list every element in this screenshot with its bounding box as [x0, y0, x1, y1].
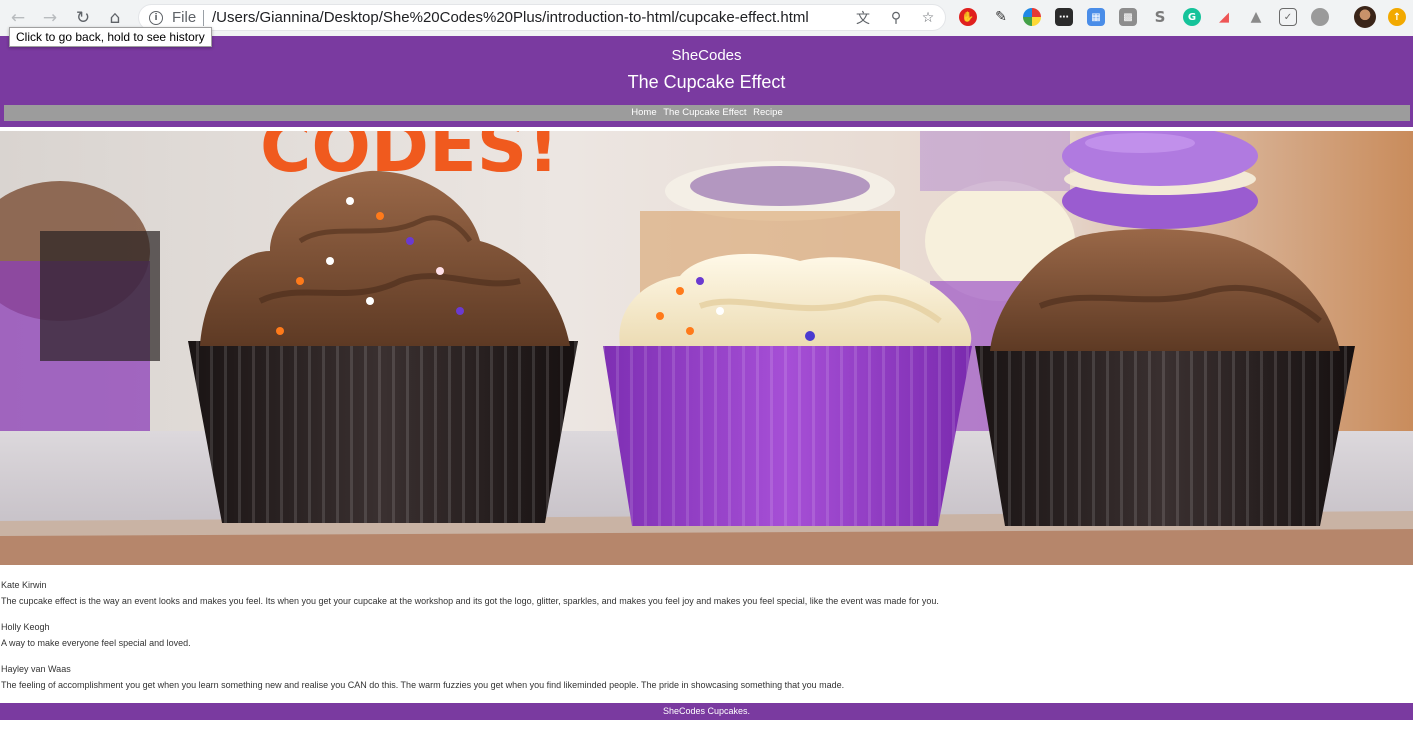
grammarly-extension-icon[interactable]: G: [1183, 8, 1201, 26]
nav-link-recipe[interactable]: Recipe: [753, 107, 783, 118]
hero-image: CODES!: [0, 131, 1413, 565]
site-brand: SheCodes: [671, 47, 742, 64]
quote-text: The feeling of accomplishment you get wh…: [1, 680, 845, 690]
quote-author: Hayley van Waas: [1, 664, 71, 674]
pocket-extension-icon[interactable]: ✓: [1279, 8, 1297, 26]
quote-item: Hayley van Waas The feeling of accomplis…: [1, 664, 1401, 690]
bookmark-star-icon[interactable]: ☆: [918, 8, 938, 28]
browser-toolbar: ← → ↻ ⌂ i File /Users/Giannina/Desktop/S…: [0, 0, 1413, 36]
main-nav: Home The Cupcake Effect Recipe: [4, 105, 1410, 121]
nav-link-home[interactable]: Home: [631, 107, 656, 118]
page-title: The Cupcake Effect: [627, 72, 786, 92]
puzzle-extension-icon[interactable]: ▩: [1119, 8, 1137, 26]
cupcakes-photo: CODES!: [0, 131, 1413, 565]
tab-manager-extension-icon[interactable]: ▦: [1087, 8, 1105, 26]
quotes-section: Kate Kirwin The cupcake effect is the wa…: [1, 580, 1401, 706]
info-icon[interactable]: i: [149, 11, 163, 25]
update-arrow-icon[interactable]: ↑: [1388, 8, 1406, 26]
quote-text: A way to make everyone feel special and …: [1, 638, 191, 648]
quote-item: Holly Keogh A way to make everyone feel …: [1, 622, 1401, 648]
translate-icon[interactable]: 文: [853, 8, 873, 28]
eyedropper-extension-icon[interactable]: ✎: [992, 8, 1010, 26]
back-button-tooltip: Click to go back, hold to see history: [9, 27, 212, 47]
adblock-extension-icon[interactable]: ✋: [959, 8, 977, 26]
profile-avatar[interactable]: [1354, 6, 1376, 28]
quote-item: Kate Kirwin The cupcake effect is the wa…: [1, 580, 1401, 606]
color-picker-extension-icon[interactable]: [1023, 8, 1041, 26]
site-footer: SheCodes Cupcakes.: [0, 703, 1413, 720]
zoom-icon[interactable]: ⚲: [886, 8, 906, 28]
url-text[interactable]: /Users/Giannina/Desktop/She%20Codes%20Pl…: [212, 9, 809, 26]
circle-extension-icon[interactable]: [1311, 8, 1329, 26]
more-dots-extension-icon[interactable]: ⋯: [1055, 8, 1073, 26]
drive-extension-icon[interactable]: ▲: [1247, 8, 1265, 26]
skype-extension-icon[interactable]: S: [1151, 8, 1169, 26]
address-bar[interactable]: i File /Users/Giannina/Desktop/She%20Cod…: [138, 4, 946, 31]
scheme-label: File: [172, 9, 197, 26]
quote-author: Holly Keogh: [1, 622, 50, 632]
divider: [203, 10, 204, 26]
nav-link-cupcake-effect[interactable]: The Cupcake Effect: [663, 107, 746, 118]
rainbow-extension-icon[interactable]: ◢: [1215, 8, 1233, 26]
site-header: SheCodes The Cupcake Effect Home The Cup…: [0, 36, 1413, 127]
quote-text: The cupcake effect is the way an event l…: [1, 596, 939, 606]
quote-author: Kate Kirwin: [1, 580, 47, 590]
